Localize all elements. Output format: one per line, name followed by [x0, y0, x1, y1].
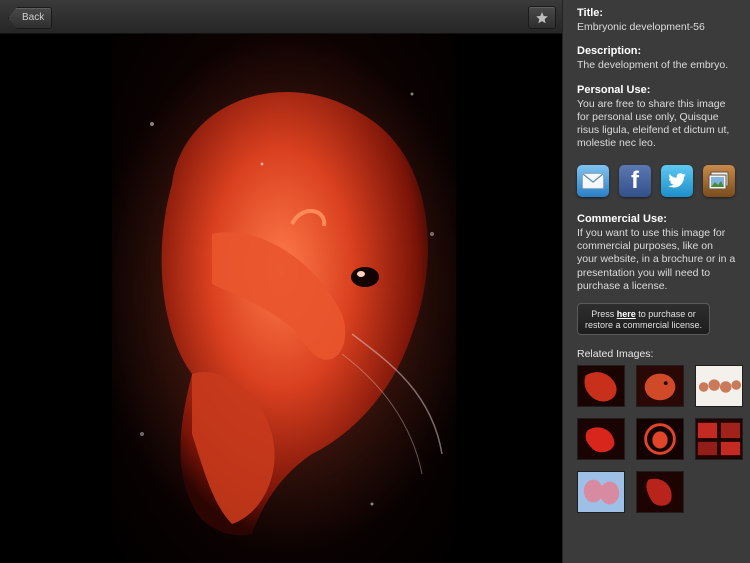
- title-heading: Title:: [577, 7, 604, 19]
- related-images-grid: [577, 365, 743, 514]
- related-image-thumbnail[interactable]: [636, 418, 684, 461]
- purchase-here-link[interactable]: here: [617, 309, 636, 319]
- back-button[interactable]: Back: [8, 7, 52, 29]
- related-image-thumbnail[interactable]: [636, 471, 684, 514]
- title-value: Embryonic development-56: [577, 21, 705, 33]
- related-images-label: Related Images:: [577, 348, 654, 361]
- personal-use-heading: Personal Use:: [577, 83, 651, 96]
- related-image-thumbnail[interactable]: [636, 365, 684, 408]
- facebook-icon[interactable]: f: [619, 164, 651, 197]
- mail-icon[interactable]: [577, 164, 609, 197]
- favorite-button[interactable]: [528, 6, 556, 29]
- image-viewer: Back: [0, 0, 562, 563]
- top-toolbar: Back: [0, 0, 562, 34]
- share-bar: f: [577, 164, 736, 197]
- twitter-icon[interactable]: [661, 164, 693, 197]
- purchase-prefix: Press: [591, 309, 617, 320]
- related-image-thumbnail[interactable]: [577, 365, 625, 408]
- purchase-suffix: to purchase or: [635, 309, 696, 320]
- info-panel: Title: Embryonic development-56 Descript…: [562, 0, 750, 563]
- main-image: [112, 34, 456, 563]
- related-image-thumbnail[interactable]: [695, 365, 743, 408]
- related-image-thumbnail[interactable]: [695, 418, 743, 461]
- purchase-line2: restore a commercial license.: [584, 320, 703, 331]
- related-image-thumbnail[interactable]: [577, 418, 625, 461]
- description-heading: Description:: [577, 45, 642, 58]
- facebook-glyph: f: [631, 166, 639, 194]
- commercial-use-text: If you want to use this image for commer…: [577, 226, 736, 292]
- photos-icon[interactable]: [703, 164, 735, 197]
- purchase-license-button[interactable]: Press here to purchase or restore a comm…: [577, 303, 710, 336]
- description-value: The development of the embryo.: [577, 59, 729, 72]
- commercial-use-heading: Commercial Use:: [577, 212, 667, 225]
- personal-use-text: You are free to share this image for per…: [577, 97, 730, 150]
- related-image-thumbnail[interactable]: [577, 471, 625, 514]
- star-icon: [536, 11, 548, 23]
